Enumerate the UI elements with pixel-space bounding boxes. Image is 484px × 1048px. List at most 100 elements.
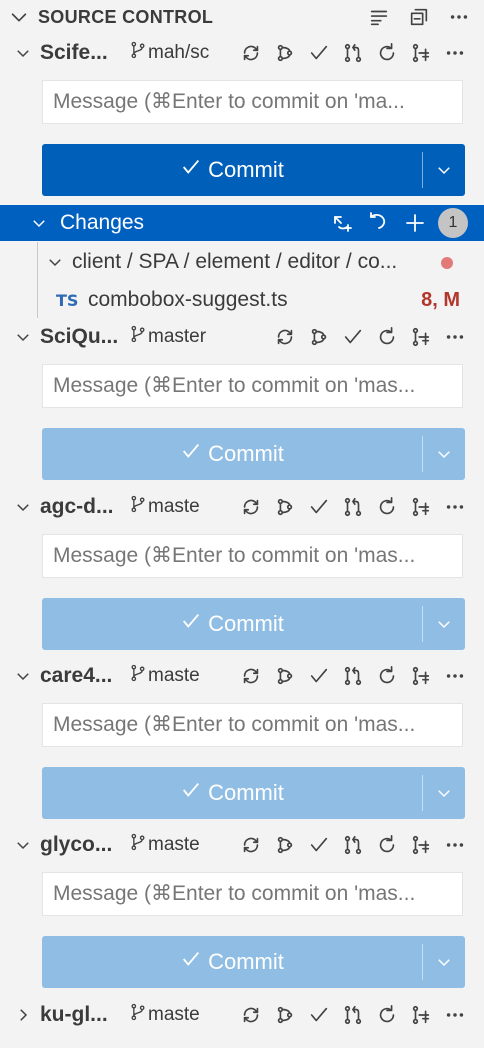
repo-header[interactable]: care4... maste [0, 657, 484, 695]
commit-dropdown-chevron-icon[interactable] [423, 428, 465, 480]
list-view-icon[interactable] [366, 4, 392, 30]
commit-check-icon[interactable] [306, 40, 332, 66]
folder-row[interactable]: client / SPA / element / editor / co... [0, 244, 484, 280]
sync-icon[interactable] [238, 494, 264, 520]
graph-icon[interactable] [272, 663, 298, 689]
repo-name: Scife... [40, 41, 108, 64]
repo-name: glyco... [40, 833, 113, 856]
branch-picker[interactable]: mah/sc [128, 40, 214, 66]
changes-group[interactable]: Changes 1 [0, 205, 484, 241]
commit-button[interactable]: Commit [42, 428, 465, 480]
stash-icon[interactable] [408, 1002, 434, 1028]
stash-icon[interactable] [408, 40, 434, 66]
commit-dropdown-chevron-icon[interactable] [423, 767, 465, 819]
branch-picker[interactable]: maste [128, 1002, 214, 1028]
commit-button[interactable]: Commit [42, 767, 465, 819]
branch-picker[interactable]: maste [128, 663, 214, 689]
more-actions-icon[interactable] [442, 1002, 468, 1028]
commit-message-input[interactable]: Message (⌘Enter to commit on 'mas... [42, 534, 463, 578]
chevron-down-icon[interactable] [30, 214, 54, 232]
more-actions-icon[interactable] [442, 324, 468, 350]
commit-main[interactable]: Commit [42, 144, 422, 196]
commit-button[interactable]: Commit [42, 598, 465, 650]
more-actions-icon[interactable] [442, 40, 468, 66]
chevron-down-icon[interactable] [6, 44, 40, 62]
pull-request-icon[interactable] [340, 832, 366, 858]
check-icon [180, 440, 202, 468]
commit-message-input[interactable]: Message (⌘Enter to commit on 'mas... [42, 364, 463, 408]
repo-name: agc-d... [40, 495, 114, 518]
sync-icon[interactable] [238, 1002, 264, 1028]
chevron-down-icon[interactable] [46, 253, 72, 271]
commit-main[interactable]: Commit [42, 767, 422, 819]
chevron-down-icon[interactable] [6, 836, 40, 854]
refresh-icon[interactable] [374, 494, 400, 520]
repo-name: SciQu... [40, 325, 119, 348]
stage-all-icon[interactable] [402, 210, 428, 236]
commit-main[interactable]: Commit [42, 428, 422, 480]
more-actions-icon[interactable] [442, 832, 468, 858]
open-changes-icon[interactable] [330, 210, 356, 236]
pull-request-icon[interactable] [340, 494, 366, 520]
refresh-icon[interactable] [374, 663, 400, 689]
branch-picker[interactable]: maste [128, 494, 214, 520]
repo-header[interactable]: ku-gl... maste [0, 996, 484, 1034]
pull-request-icon[interactable] [340, 1002, 366, 1028]
collapse-all-icon[interactable] [406, 4, 432, 30]
commit-dropdown-chevron-icon[interactable] [423, 144, 465, 196]
refresh-icon[interactable] [374, 832, 400, 858]
refresh-icon[interactable] [374, 324, 400, 350]
chevron-right-icon[interactable] [6, 1006, 40, 1024]
sync-icon[interactable] [238, 40, 264, 66]
commit-check-icon[interactable] [340, 324, 366, 350]
commit-main[interactable]: Commit [42, 598, 422, 650]
branch-picker[interactable]: maste [128, 832, 214, 858]
more-actions-icon[interactable] [442, 663, 468, 689]
graph-icon[interactable] [272, 832, 298, 858]
more-actions-icon[interactable] [442, 494, 468, 520]
stash-icon[interactable] [408, 494, 434, 520]
branch-name: mah/sc [148, 42, 210, 63]
pull-request-icon[interactable] [340, 663, 366, 689]
commit-check-icon[interactable] [306, 494, 332, 520]
pull-request-icon[interactable] [340, 40, 366, 66]
commit-dropdown-chevron-icon[interactable] [423, 936, 465, 988]
stash-icon[interactable] [408, 324, 434, 350]
graph-icon[interactable] [306, 324, 332, 350]
stash-icon[interactable] [408, 832, 434, 858]
graph-icon[interactable] [272, 494, 298, 520]
stash-icon[interactable] [408, 663, 434, 689]
changed-file-row[interactable]: TS combobox-suggest.ts 8, M [0, 282, 484, 318]
check-icon [180, 779, 202, 807]
branch-icon [128, 494, 148, 520]
chevron-down-icon[interactable] [6, 498, 40, 516]
discard-all-icon[interactable] [366, 210, 392, 236]
source-control-header[interactable]: SOURCE CONTROL [0, 0, 484, 34]
commit-dropdown-chevron-icon[interactable] [423, 598, 465, 650]
commit-button[interactable]: Commit [42, 936, 465, 988]
commit-check-icon[interactable] [306, 1002, 332, 1028]
commit-button[interactable]: Commit [42, 144, 465, 196]
sync-icon[interactable] [272, 324, 298, 350]
refresh-icon[interactable] [374, 1002, 400, 1028]
commit-check-icon[interactable] [306, 832, 332, 858]
sync-icon[interactable] [238, 663, 264, 689]
sync-icon[interactable] [238, 832, 264, 858]
commit-main[interactable]: Commit [42, 936, 422, 988]
commit-message-input[interactable]: Message (⌘Enter to commit on 'ma... [42, 80, 463, 124]
chevron-down-icon[interactable] [6, 4, 32, 30]
commit-message-input[interactable]: Message (⌘Enter to commit on 'mas... [42, 872, 463, 916]
repo-header[interactable]: SciQu... master [0, 318, 484, 356]
repo-header[interactable]: agc-d... maste [0, 488, 484, 526]
graph-icon[interactable] [272, 1002, 298, 1028]
repo-header[interactable]: Scife... mah/sc [0, 34, 484, 72]
repo-header[interactable]: glyco... maste [0, 826, 484, 864]
refresh-icon[interactable] [374, 40, 400, 66]
chevron-down-icon[interactable] [6, 667, 40, 685]
commit-check-icon[interactable] [306, 663, 332, 689]
graph-icon[interactable] [272, 40, 298, 66]
commit-message-input[interactable]: Message (⌘Enter to commit on 'mas... [42, 703, 463, 747]
more-actions-icon[interactable] [446, 4, 472, 30]
chevron-down-icon[interactable] [6, 328, 40, 346]
branch-picker[interactable]: master [128, 324, 214, 350]
